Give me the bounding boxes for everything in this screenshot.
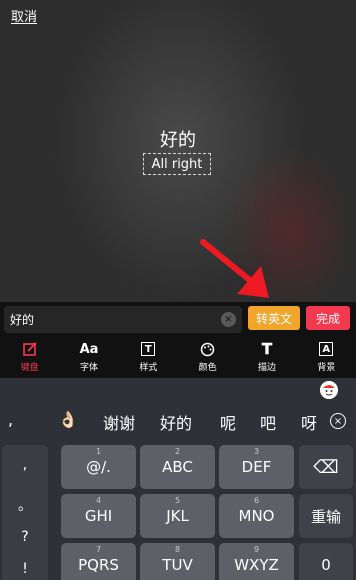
keyboard-logo-icon[interactable]	[320, 381, 338, 399]
background-icon: A	[319, 341, 334, 357]
tab-label: 字体	[79, 363, 98, 373]
candidate-item[interactable]: ,	[8, 410, 13, 429]
tab-font[interactable]: Aa 字体	[59, 336, 118, 378]
candidate-item[interactable]: 吧	[260, 410, 276, 434]
subtitle-translation-text: All right	[151, 156, 203, 172]
candidate-item[interactable]: 呀	[301, 410, 317, 434]
style-icon: T	[141, 341, 156, 357]
red-arrow-icon	[200, 239, 269, 298]
punct-key[interactable]: ?	[2, 529, 48, 545]
punct-key[interactable]: 。	[2, 495, 48, 515]
candidate-item[interactable]: 谢谢	[103, 410, 135, 434]
video-preview: 取消 好的 All right	[0, 0, 356, 302]
key-8[interactable]: 8 TUV	[140, 543, 215, 580]
punctuation-column[interactable]: , 。 ? !	[2, 445, 48, 580]
punct-key[interactable]: ,	[2, 457, 48, 473]
subtitle-text-field[interactable]: 好的 ×	[4, 306, 242, 333]
key-6[interactable]: 6 MNO	[219, 494, 294, 538]
keyboard-edit-icon	[22, 341, 37, 357]
tab-color[interactable]: 颜色	[178, 336, 237, 378]
punct-key[interactable]: !	[2, 561, 48, 577]
tab-label: 背景	[317, 363, 336, 373]
backspace-icon: ⌫	[313, 456, 339, 478]
subtitle-translation-box[interactable]: All right	[143, 153, 211, 175]
candidate-bar: , 👌🏻 谢谢 好的 呢 吧 呀	[0, 400, 356, 440]
retype-key[interactable]: 重输	[299, 494, 353, 538]
key-7[interactable]: 7 PQRS	[61, 543, 136, 580]
key-5[interactable]: 5 JKL	[140, 494, 215, 538]
tab-label: 颜色	[198, 363, 217, 373]
key-4[interactable]: 4 GHI	[61, 494, 136, 538]
candidate-item[interactable]: 👌🏻	[58, 410, 78, 429]
tool-tabs: 键盘 Aa 字体 T 样式 颜色 T 描边 A 背景	[0, 336, 356, 378]
key-9[interactable]: 9 WXYZ	[219, 543, 294, 580]
key-2[interactable]: 2 ABC	[140, 445, 215, 489]
text-input-row: 好的 ×	[0, 302, 356, 336]
backspace-key[interactable]: ⌫	[299, 445, 353, 489]
tab-stroke[interactable]: T 描边	[237, 336, 296, 378]
candidate-close-icon[interactable]: ×	[330, 413, 346, 429]
cancel-button[interactable]: 取消	[11, 6, 37, 25]
to-english-button[interactable]: 转英文	[248, 306, 300, 330]
palette-icon	[200, 341, 215, 357]
tab-label: 键盘	[20, 363, 39, 373]
tab-background[interactable]: A 背景	[297, 336, 356, 378]
tab-keyboard[interactable]: 键盘	[0, 336, 59, 378]
subtitle-text-value: 好的	[10, 313, 35, 327]
candidate-item[interactable]: 好的	[160, 410, 192, 434]
zero-key[interactable]: 0	[299, 543, 353, 580]
clear-icon[interactable]: ×	[221, 312, 236, 327]
tab-label: 样式	[139, 363, 158, 373]
keyboard-toolbar	[0, 378, 356, 400]
done-button[interactable]: 完成	[306, 306, 350, 330]
stroke-icon: T	[261, 340, 273, 359]
font-icon: Aa	[79, 341, 99, 357]
keyboard: , 👌🏻 谢谢 好的 呢 吧 呀 × , 。 ? ! 1 @/. 2 ABC 3…	[0, 378, 356, 580]
tab-style[interactable]: T 样式	[119, 336, 178, 378]
tab-label: 描边	[257, 363, 276, 373]
candidate-item[interactable]: 呢	[220, 410, 236, 434]
subtitle-main-text[interactable]: 好的	[0, 126, 356, 152]
key-1[interactable]: 1 @/.	[61, 445, 136, 489]
key-3[interactable]: 3 DEF	[219, 445, 294, 489]
